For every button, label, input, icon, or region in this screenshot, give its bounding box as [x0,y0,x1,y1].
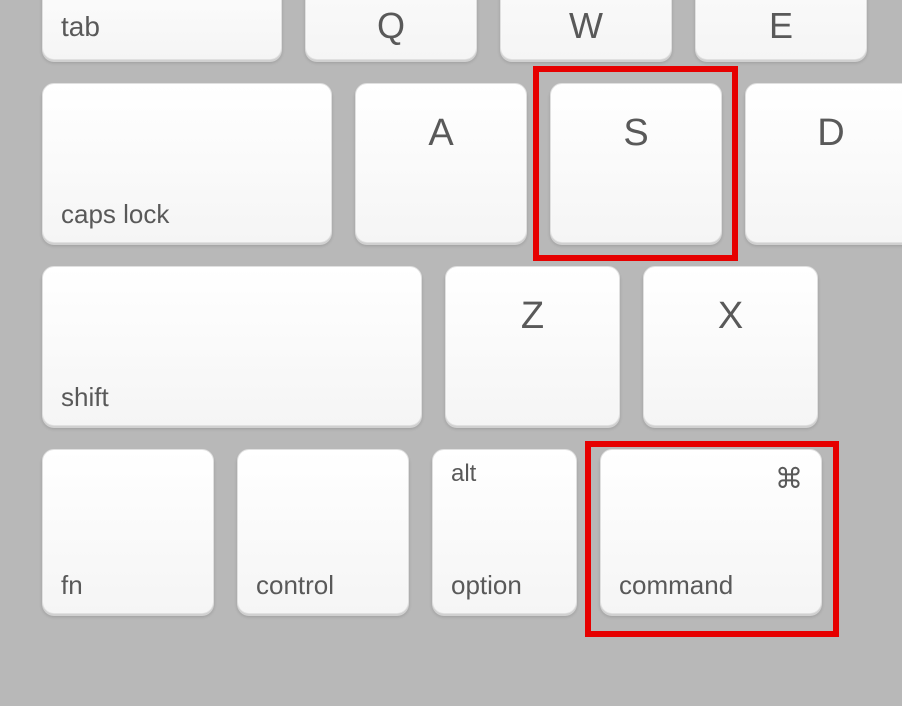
key-label-caps: caps lock [61,199,169,230]
key-label-s: S [623,112,648,155]
key-option[interactable]: alt option [432,449,577,614]
key-e[interactable]: E [695,0,867,60]
key-z[interactable]: Z [445,266,620,426]
key-label-alt: alt [451,460,476,488]
key-label-fn: fn [61,570,83,601]
key-a[interactable]: A [355,83,527,243]
keyboard: tab Q W E caps lock A S D shift Z X fn c… [0,0,902,706]
key-x[interactable]: X [643,266,818,426]
key-fn[interactable]: fn [42,449,214,614]
key-d[interactable]: D [745,83,902,243]
key-w[interactable]: W [500,0,672,60]
key-label-x: X [718,295,743,338]
key-shift[interactable]: shift [42,266,422,426]
key-label-tab: tab [61,11,100,43]
key-label-d: D [817,112,844,155]
key-label-control: control [256,570,334,601]
key-label-e: E [769,5,793,47]
key-label-option: option [451,570,522,601]
key-tab[interactable]: tab [42,0,282,60]
key-q[interactable]: Q [305,0,477,60]
key-label-command: command [619,570,733,601]
key-label-q: Q [377,5,405,47]
key-caps-lock[interactable]: caps lock [42,83,332,243]
key-control[interactable]: control [237,449,409,614]
key-label-z: Z [521,295,544,338]
key-label-shift: shift [61,382,109,413]
key-label-a: A [428,112,453,155]
command-icon: ⌘ [775,462,803,495]
key-command[interactable]: ⌘ command [600,449,822,614]
key-label-w: W [569,5,603,47]
key-s[interactable]: S [550,83,722,243]
